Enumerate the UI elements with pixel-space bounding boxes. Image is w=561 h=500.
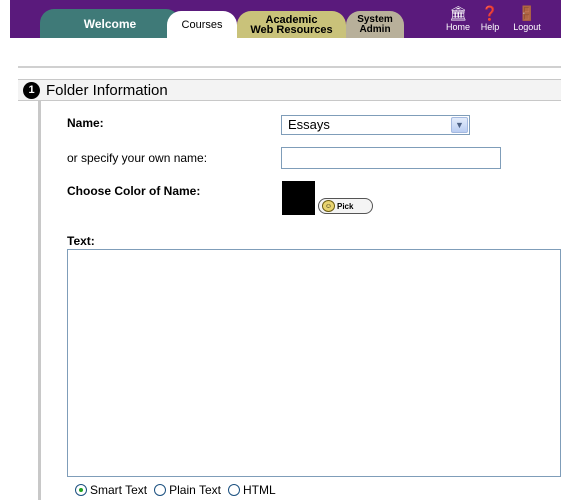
help-button[interactable]: ❓ Help (473, 4, 507, 32)
chevron-down-icon[interactable]: ▼ (451, 117, 468, 133)
radio-smart-text-label: Smart Text (90, 483, 148, 497)
tab-system-admin[interactable]: System Admin (346, 11, 404, 38)
step-number-badge: 1 (23, 81, 40, 99)
radio-plain-text-label: Plain Text (169, 483, 221, 497)
radio-plain-text[interactable]: Plain Text (154, 483, 221, 497)
color-label: Choose Color of Name: (67, 184, 201, 198)
radio-html[interactable]: HTML (227, 483, 276, 497)
name-label: Name: (67, 116, 104, 130)
color-swatch (282, 181, 315, 215)
text-label: Text: (67, 234, 95, 248)
divider (18, 66, 561, 68)
own-name-input[interactable] (281, 147, 501, 169)
help-label: Help (480, 22, 500, 32)
section-title: Folder Information (46, 81, 168, 99)
radio-button[interactable] (227, 484, 240, 496)
radio-button[interactable] (154, 484, 167, 496)
tab-courses[interactable]: Courses (167, 11, 237, 38)
section-left-rule (38, 101, 41, 500)
name-select[interactable]: Essays ▼ (281, 115, 470, 135)
own-name-label: or specify your own name: (67, 151, 208, 165)
radio-button[interactable] (75, 484, 87, 496)
radio-smart-text[interactable]: Smart Text (75, 483, 147, 497)
home-icon: 🏛 (449, 5, 467, 21)
tab-admin-label-line1: System (357, 13, 393, 25)
logout-label: Logout (513, 22, 541, 32)
section-header: 1 Folder Information (18, 79, 561, 101)
text-area[interactable] (67, 249, 561, 477)
tab-welcome-label: Welcome (83, 16, 137, 31)
name-select-value: Essays (288, 117, 330, 132)
nav-icon-group: 🏛 Home ❓ Help 🚪 Logout (443, 4, 547, 32)
radio-html-label: HTML (242, 483, 276, 497)
top-nav-bar: Welcome Courses Academic Web Resources S… (10, 0, 561, 38)
home-label: Home (445, 22, 470, 32)
tab-welcome[interactable]: Welcome (40, 9, 180, 38)
tab-admin-label-line2: Admin (359, 23, 391, 35)
pick-label: Pick (337, 201, 354, 211)
palette-icon: ☺ (322, 200, 335, 212)
home-button[interactable]: 🏛 Home (443, 4, 473, 32)
pick-color-button[interactable]: ☺ Pick (318, 198, 373, 214)
help-icon: ❓ (481, 5, 499, 21)
format-radio-group: Smart Text Plain Text HTML (75, 483, 276, 497)
tab-academic-label-line2: Web Resources (250, 24, 333, 36)
logout-icon: 🚪 (518, 5, 536, 21)
tab-courses-label: Courses (181, 18, 223, 31)
logout-button[interactable]: 🚪 Logout (507, 4, 547, 32)
tab-academic-web-resources[interactable]: Academic Web Resources (237, 11, 346, 38)
